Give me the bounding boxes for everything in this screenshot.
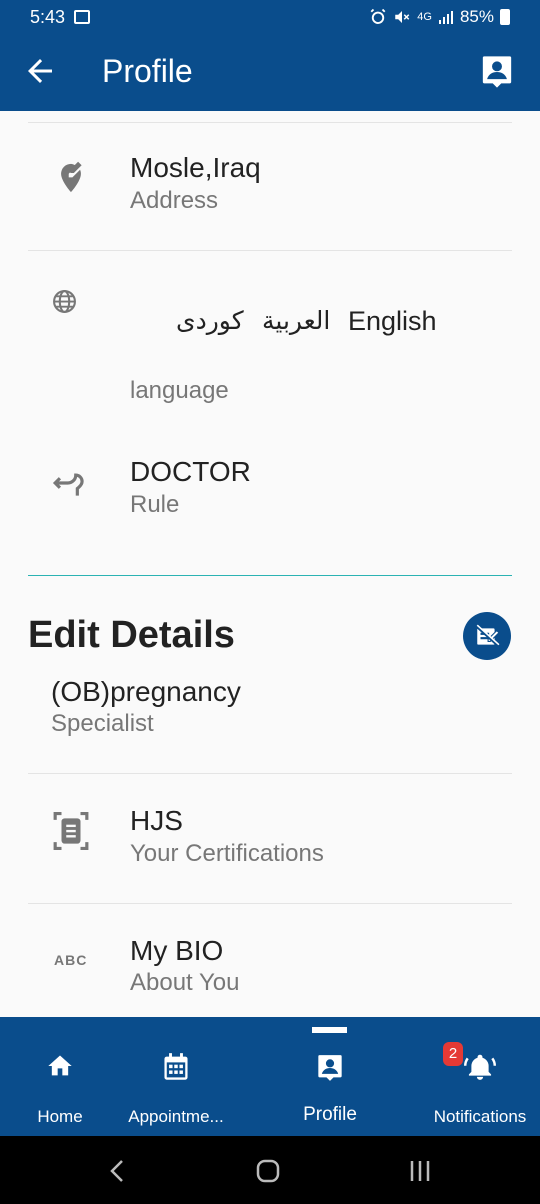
- status-time: 5:43: [30, 7, 66, 27]
- role-value: DOCTOR: [130, 456, 251, 487]
- language-option-english[interactable]: English: [348, 306, 437, 337]
- battery-percent: 85%: [459, 7, 494, 26]
- specialist-label: Specialist: [51, 710, 154, 737]
- home-icon: [48, 1055, 72, 1076]
- system-back-icon[interactable]: [108, 1158, 126, 1184]
- nav-profile[interactable]: Profile: [270, 1017, 390, 1136]
- role-label: Rule: [130, 491, 180, 518]
- status-indicators: 4G 85%: [369, 7, 510, 27]
- globe-icon: [53, 290, 76, 313]
- app-bar: Profile: [0, 33, 540, 111]
- divider: [28, 250, 512, 251]
- divider: [28, 773, 512, 774]
- bio-label: About You: [130, 969, 240, 996]
- nav-notifications-label: Notifications: [433, 1107, 527, 1126]
- system-recents-icon[interactable]: [408, 1160, 432, 1182]
- specialist-value: (OB)pregnancy: [51, 676, 241, 707]
- system-navigation-bar: [0, 1136, 540, 1204]
- document-scanner-icon: [53, 812, 89, 850]
- address-value: Mosle,Iraq: [130, 152, 261, 183]
- language-option-arabic[interactable]: العربية: [262, 306, 330, 336]
- section-divider: [28, 575, 512, 576]
- nav-appointments-label: Appointme...: [128, 1107, 224, 1126]
- account-box-icon[interactable]: [480, 53, 514, 91]
- signal-icon: [438, 11, 453, 24]
- nav-home-label: Home: [37, 1107, 83, 1126]
- page-title: Profile: [102, 53, 193, 89]
- system-home-icon[interactable]: [256, 1159, 280, 1183]
- bio-value[interactable]: My BIO: [130, 935, 223, 967]
- network-type: 4G: [417, 11, 432, 23]
- edit-document-icon: [475, 624, 500, 647]
- battery-icon: [500, 9, 510, 25]
- nav-profile-label: Profile: [303, 1104, 357, 1125]
- notification-badge: 2: [443, 1042, 463, 1066]
- arrow-left-icon[interactable]: [22, 53, 58, 89]
- calendar-icon: [164, 1053, 188, 1080]
- mute-icon: [395, 11, 410, 23]
- bell-icon: [464, 1054, 496, 1080]
- certifications-label: Your Certifications: [130, 840, 324, 867]
- edit-details-button[interactable]: [463, 612, 511, 660]
- edit-location-icon: [61, 161, 82, 193]
- language-label: language: [130, 377, 229, 404]
- nav-home[interactable]: Home: [0, 1017, 120, 1136]
- edit-details-title: Edit Details: [28, 614, 235, 656]
- bottom-navigation: Home Appointme... Profile Notifications: [0, 1017, 540, 1136]
- alarm-icon: [370, 8, 386, 24]
- divider: [28, 903, 512, 904]
- address-label: Address: [130, 187, 219, 214]
- status-bar: 5:43 4G 85%: [0, 0, 540, 33]
- abc-icon: ABC: [54, 952, 88, 968]
- nav-appointments[interactable]: Appointme...: [118, 1017, 234, 1136]
- u-turn-left-icon: [52, 473, 84, 496]
- certifications-value: HJS: [130, 805, 183, 836]
- language-option-kurdish[interactable]: كوردى: [176, 306, 244, 336]
- account-box-icon: [318, 1055, 342, 1081]
- nav-notifications[interactable]: Notifications: [424, 1017, 536, 1136]
- nav-active-indicator: [312, 1027, 347, 1033]
- divider: [28, 122, 512, 123]
- image-notification-icon: [74, 10, 90, 24]
